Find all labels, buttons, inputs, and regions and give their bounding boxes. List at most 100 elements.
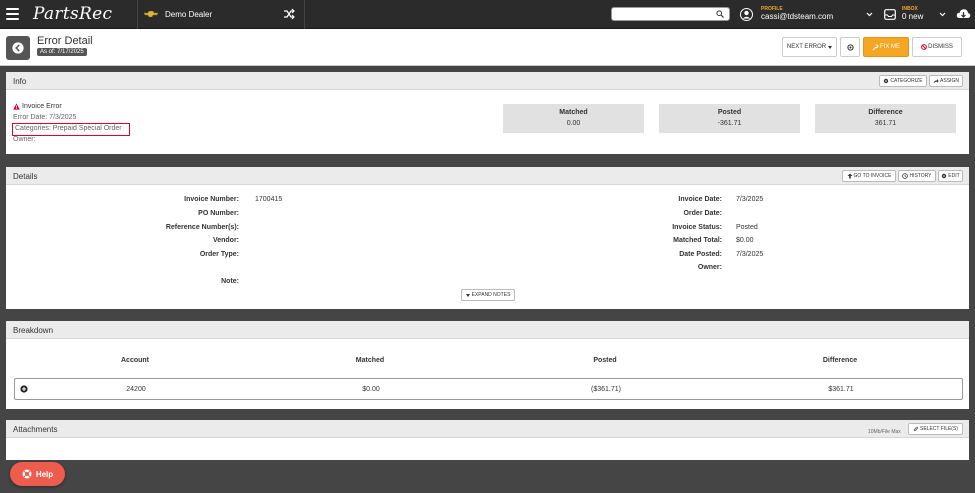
column-header-account: Account <box>121 357 149 364</box>
top-navbar: PartsRec Demo Dealer PROFILE cassi@tdste… <box>0 0 975 29</box>
stat-label: Difference <box>868 109 903 116</box>
search-icon[interactable] <box>716 10 724 18</box>
invoice-date-label: Invoice Date: <box>678 196 722 203</box>
go-to-invoice-label: GO TO INVOICE <box>853 173 892 179</box>
reference-number-label: Reference Number(s): <box>165 224 239 231</box>
difference-cell: $361.71 <box>828 386 854 393</box>
select-files-button[interactable]: SELECT FILE(S) <box>908 423 963 435</box>
invoice-number-label: Invoice Number: <box>184 196 239 203</box>
breakdown-panel-title: Breakdown <box>13 326 54 335</box>
fix-me-button[interactable]: FIX ME <box>863 37 909 57</box>
categories-text: Categories: Prepaid Special Order <box>12 123 130 136</box>
gear-icon <box>884 78 889 84</box>
breakdown-panel: Breakdown Account Matched Posted Differe… <box>6 321 969 409</box>
arrow-up-icon <box>847 173 853 179</box>
history-button[interactable]: HISTORY <box>898 170 936 182</box>
assign-label: ASSIGN <box>940 78 959 84</box>
next-error-label: NEXT ERROR <box>786 44 827 50</box>
user-avatar-icon[interactable] <box>740 8 753 21</box>
owner-label: Owner: <box>697 264 722 271</box>
next-error-button[interactable]: NEXT ERROR <box>782 37 837 57</box>
caret-down-icon <box>465 293 470 297</box>
column-header-difference: Difference <box>822 357 858 364</box>
search-input[interactable] <box>616 8 712 20</box>
info-panel: Info CATEGORIZE ASSIGN Invoice Error Err… <box>6 72 969 154</box>
stat-posted: Posted -361.71 <box>659 104 800 133</box>
arrow-left-circle-icon <box>12 42 24 54</box>
nav-divider <box>304 0 305 29</box>
page-header: Error Detail As of: 7/17/2025 NEXT ERROR… <box>0 29 975 66</box>
gear-icon <box>942 173 947 179</box>
shuffle-icon[interactable] <box>283 8 295 20</box>
inbox-icon[interactable] <box>884 9 896 20</box>
error-date: Error Date: 7/3/2025 <box>13 114 77 121</box>
paperclip-icon <box>913 426 919 432</box>
plus-circle-icon[interactable] <box>20 385 28 393</box>
vendor-label: Vendor: <box>212 237 239 244</box>
hamburger-menu-icon[interactable] <box>6 8 19 20</box>
attachments-panel-title: Attachments <box>13 425 58 434</box>
help-circle-icon <box>22 469 32 479</box>
assign-button[interactable]: ASSIGN <box>929 75 963 87</box>
expand-notes-button[interactable]: EXPAND NOTES <box>461 289 515 301</box>
profile-email[interactable]: cassi@tdsteam.com <box>761 12 833 21</box>
note-label: Note: <box>221 278 239 285</box>
dismiss-button[interactable]: DISMISS <box>912 37 962 57</box>
stat-matched: Matched 0.00 <box>503 104 644 133</box>
search-box[interactable] <box>611 7 730 21</box>
breakdown-panel-header: Breakdown <box>6 321 969 339</box>
fix-me-label: FIX ME <box>879 44 900 50</box>
history-label: HISTORY <box>909 173 932 179</box>
column-header-posted: Posted <box>593 357 617 364</box>
matched-total-value: $0.00 <box>736 237 754 244</box>
details-panel-header: Details GO TO INVOICE HISTORY EDIT <box>6 167 969 185</box>
dealer-selector[interactable]: Demo Dealer <box>165 10 212 19</box>
as-of-badge: As of: 7/17/2025 <box>37 48 87 56</box>
account-cell: 24200 <box>126 386 146 393</box>
brand-logo[interactable]: PartsRec <box>33 4 112 24</box>
stat-value: -361.71 <box>717 120 742 127</box>
stat-value: 361.71 <box>874 120 897 127</box>
select-files-label: SELECT FILE(S) <box>920 426 958 432</box>
edit-button[interactable]: EDIT <box>938 170 963 182</box>
attachments-panel: Attachments 10Mb/File Max SELECT FILE(S) <box>6 420 969 460</box>
page-title: Error Detail <box>37 35 93 47</box>
categorize-label: CATEGORIZE <box>890 78 923 84</box>
details-panel: Details GO TO INVOICE HISTORY EDIT Invoi… <box>6 167 969 309</box>
categorize-button[interactable]: CATEGORIZE <box>879 75 927 87</box>
chevron-down-icon[interactable] <box>866 12 873 17</box>
gear-icon <box>846 43 854 51</box>
details-panel-title: Details <box>13 172 38 181</box>
attachments-panel-header: Attachments 10Mb/File Max SELECT FILE(S) <box>6 420 969 438</box>
back-button[interactable] <box>6 36 30 60</box>
info-panel-title: Info <box>13 77 27 86</box>
chevron-down-icon[interactable] <box>939 12 946 17</box>
wrench-icon <box>872 44 879 50</box>
stat-label: Matched <box>559 109 588 116</box>
help-button[interactable]: Help <box>10 462 65 486</box>
go-to-invoice-button[interactable]: GO TO INVOICE <box>842 170 896 182</box>
clock-icon <box>902 173 909 179</box>
ban-icon <box>921 44 928 50</box>
share-arrow-icon <box>933 79 939 84</box>
stat-difference: Difference 361.71 <box>815 104 956 133</box>
warning-triangle-icon <box>13 103 20 110</box>
settings-button[interactable] <box>840 37 860 57</box>
cloud-download-icon[interactable] <box>956 8 971 21</box>
chevrolet-bowtie-icon <box>144 11 158 17</box>
invoice-date-value: 7/3/2025 <box>736 196 764 203</box>
caret-down-icon <box>828 45 833 49</box>
error-type: Invoice Error <box>22 103 62 110</box>
owner-text: Owner: <box>13 136 36 143</box>
edit-label: EDIT <box>948 173 960 179</box>
invoice-number-value: 1700415 <box>255 196 283 203</box>
info-panel-header: Info CATEGORIZE ASSIGN <box>6 72 969 90</box>
order-type-label: Order Type: <box>199 251 239 258</box>
dismiss-label: DISMISS <box>928 44 953 50</box>
invoice-status-value: Posted <box>736 224 758 231</box>
column-header-matched: Matched <box>355 357 385 364</box>
inbox-count[interactable]: 0 new <box>902 12 923 21</box>
file-size-note: 10Mb/File Max <box>868 429 901 435</box>
matched-cell: $0.00 <box>362 386 380 393</box>
table-row[interactable]: 24200 $0.00 ($361.71) $361.71 <box>14 378 963 400</box>
